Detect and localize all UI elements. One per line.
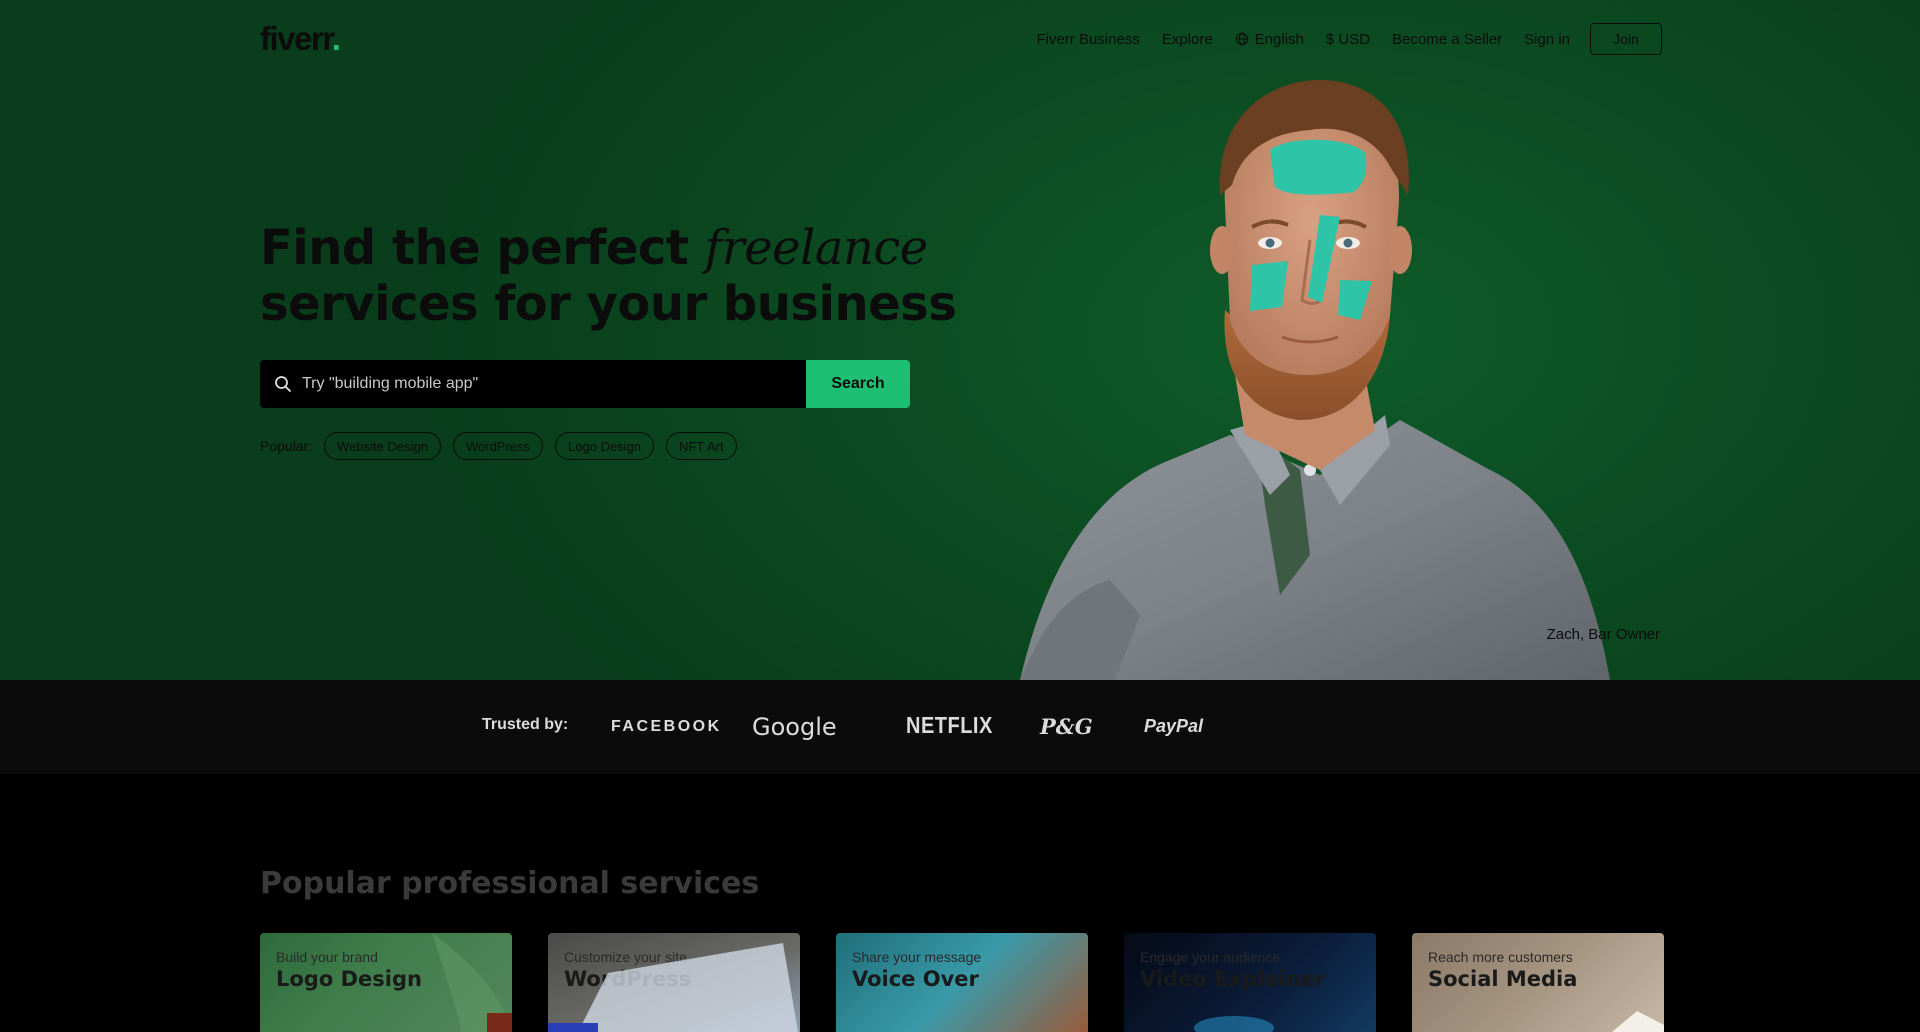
nav-currency[interactable]: $ USD (1326, 31, 1370, 48)
card-title: Voice Over (852, 967, 979, 991)
nav-explore[interactable]: Explore (1162, 31, 1213, 48)
hero-caption: Zach, Bar Owner (1546, 626, 1660, 643)
card-title: Video Explainer (1140, 967, 1326, 991)
popular-chip-website-design[interactable]: Website Design (324, 432, 441, 460)
headline-accent: freelance (704, 220, 929, 276)
nav-sign-in[interactable]: Sign in (1524, 31, 1570, 48)
trusted-by-label: Trusted by: (482, 716, 569, 733)
trusted-by-row: Trusted by: FACEBOOK Google NETFLIX P&G … (460, 680, 1460, 774)
popular-searches: Popular: Website Design WordPress Logo D… (260, 432, 737, 460)
services-carousel: Build your brand Logo Design Customize y… (260, 933, 1664, 1032)
services-section-title: Popular professional services (260, 866, 760, 901)
top-navigation: fiverr. Fiverr Business Explore English … (260, 20, 1662, 58)
join-button[interactable]: Join (1590, 23, 1662, 55)
service-card-logo-design[interactable]: Build your brand Logo Design (260, 933, 512, 1032)
card-title: Social Media (1428, 967, 1578, 991)
popular-label: Popular: (260, 438, 313, 454)
facebook-logo: FACEBOOK (611, 718, 722, 735)
hero-person-image (1020, 80, 1610, 680)
card-subtitle: Customize your site (564, 949, 687, 965)
hero-section: fiverr. Fiverr Business Explore English … (0, 0, 1920, 680)
popular-chip-wordpress[interactable]: WordPress (452, 432, 544, 460)
search-field[interactable] (260, 360, 806, 408)
search-icon (275, 376, 291, 392)
netflix-logo: NETFLIX (906, 713, 993, 739)
card-subtitle: Reach more customers (1428, 949, 1573, 965)
nav-language[interactable]: English (1235, 31, 1304, 48)
search-bar: Search (260, 360, 910, 408)
search-button[interactable]: Search (806, 360, 910, 408)
logo-dot: . (331, 20, 341, 57)
globe-icon (1235, 32, 1248, 46)
pg-logo: P&G (1040, 714, 1093, 739)
google-logo: Google (752, 713, 837, 741)
logo-text: fiverr (260, 20, 333, 57)
service-card-wordpress[interactable]: Customize your site WordPress (548, 933, 800, 1032)
card-title: Logo Design (276, 967, 422, 991)
trusted-by-bar: Trusted by: FACEBOOK Google NETFLIX P&G … (0, 680, 1920, 774)
hero-headline: Find the perfect freelance services for … (260, 220, 960, 332)
headline-part-2: services for your business (260, 276, 957, 332)
service-card-video-explainer[interactable]: Engage your audience Video Explainer (1124, 933, 1376, 1032)
card-subtitle: Build your brand (276, 949, 378, 965)
card-subtitle: Engage your audience (1140, 949, 1281, 965)
popular-chip-nft-art[interactable]: NFT Art (666, 432, 737, 460)
service-card-voice-over[interactable]: Share your message Voice Over (836, 933, 1088, 1032)
nav-links: Fiverr Business Explore English $ USD Be… (1036, 20, 1662, 58)
nav-become-seller[interactable]: Become a Seller (1392, 31, 1502, 48)
nav-fiverr-business[interactable]: Fiverr Business (1036, 31, 1139, 48)
card-subtitle: Share your message (852, 949, 982, 965)
search-input[interactable] (302, 375, 806, 393)
headline-part-1: Find the perfect (260, 220, 705, 276)
card-title: WordPress (564, 967, 692, 991)
popular-chip-logo-design[interactable]: Logo Design (555, 432, 655, 460)
fiverr-logo[interactable]: fiverr. (260, 20, 341, 58)
service-card-social-media[interactable]: Reach more customers Social Media (1412, 933, 1664, 1032)
language-label: English (1254, 30, 1304, 48)
paypal-logo: PayPal (1144, 716, 1204, 736)
